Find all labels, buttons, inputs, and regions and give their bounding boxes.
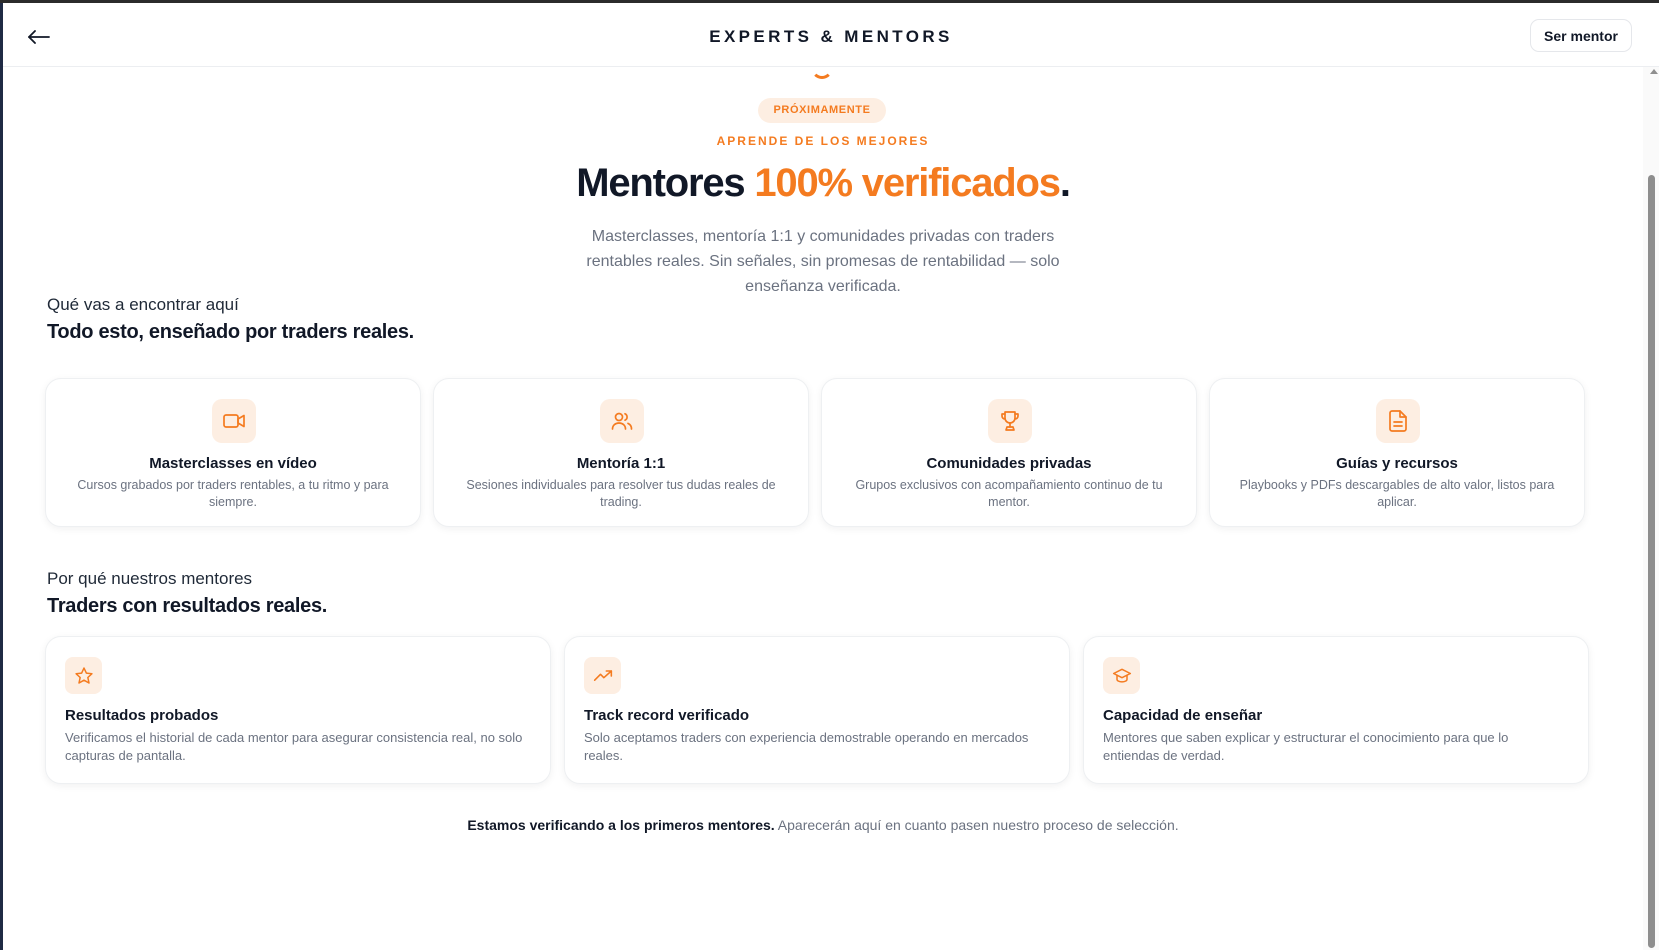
why-title-text: Track record verificado xyxy=(584,707,750,724)
why-title: Traders con resultados reales. xyxy=(47,595,328,617)
footer-note-rest: Aparecerán aquí en cuanto pasen nuestro … xyxy=(774,817,1179,833)
hero-title-suffix: . xyxy=(1059,161,1071,205)
hero-subtitle: Masterclasses, mentoría 1:1 y comunidade… xyxy=(586,228,1060,295)
footer-note: Estamos verificando a los primeros mento… xyxy=(3,817,1643,833)
scroll-up-arrow-icon[interactable] xyxy=(1650,69,1658,74)
feature-title: Mentoría 1:1 xyxy=(576,455,666,472)
features-title: Todo esto, enseñado por traders reales. xyxy=(47,321,414,343)
star-icon xyxy=(65,657,102,694)
trending-up-icon xyxy=(584,657,621,694)
hero-title-prefix: Mentores xyxy=(576,161,755,205)
trophy-icon xyxy=(988,399,1032,443)
hero-title-accent: 100% verificados xyxy=(754,161,1061,205)
why-title-text: Capacidad de enseñar xyxy=(1103,707,1263,724)
features-kicker: Qué vas a encontrar aquí xyxy=(47,295,239,314)
why-card-track-record: Track record verificado Solo aceptamos t… xyxy=(564,636,1070,784)
feature-title: Guías y recursos xyxy=(1336,455,1458,472)
users-icon xyxy=(600,399,644,443)
video-camera-icon xyxy=(212,399,256,443)
graduation-cap-icon xyxy=(1103,657,1140,694)
feature-title: Masterclasses en vídeo xyxy=(149,455,317,472)
why-desc: Verificamos el historial de cada mentor … xyxy=(65,730,523,763)
become-mentor-button[interactable]: Ser mentor xyxy=(1530,19,1632,52)
feature-card-guides: Guías y recursos Playbooks y PDFs descar… xyxy=(1209,378,1585,527)
top-header: EXPERTS & MENTORS Ser mentor xyxy=(3,3,1659,67)
feature-card-communities: Comunidades privadas Grupos exclusivos c… xyxy=(821,378,1197,527)
feature-desc: Playbooks y PDFs descargables de alto va… xyxy=(1239,478,1555,509)
page-title: EXPERTS & MENTORS xyxy=(709,27,953,46)
app-window: EXPERTS & MENTORS Ser mentor PRÓXIMAMENT… xyxy=(3,3,1659,950)
why-card-teaching: Capacidad de enseñar Mentores que saben … xyxy=(1083,636,1589,784)
hero-eyebrow: APRENDE DE LOS MEJORES xyxy=(716,134,930,148)
why-title-text: Resultados probados xyxy=(65,707,219,724)
footer-note-strong: Estamos verificando a los primeros mento… xyxy=(467,817,775,833)
feature-desc: Grupos exclusivos con acompañamiento con… xyxy=(855,478,1163,509)
document-icon xyxy=(1376,399,1420,443)
feature-card-masterclasses: Masterclasses en vídeo Cursos grabados p… xyxy=(45,378,421,527)
why-desc: Mentores que saben explicar y estructura… xyxy=(1103,730,1509,763)
feature-desc: Cursos grabados por traders rentables, a… xyxy=(77,478,389,509)
why-desc: Solo aceptamos traders con experiencia d… xyxy=(584,730,1029,763)
why-kicker: Por qué nuestros mentores xyxy=(47,569,253,588)
feature-title: Comunidades privadas xyxy=(926,455,1092,472)
feature-card-mentoring: Mentoría 1:1 Sesiones individuales para … xyxy=(433,378,809,527)
feature-desc: Sesiones individuales para resolver tus … xyxy=(466,478,776,509)
scrollbar-thumb[interactable] xyxy=(1648,175,1655,948)
coming-soon-badge: PRÓXIMAMENTE xyxy=(758,98,886,123)
hero-title: Mentores 100% verificados. xyxy=(3,161,1643,206)
why-card-proven-results: Resultados probados Verificamos el histo… xyxy=(45,636,551,784)
